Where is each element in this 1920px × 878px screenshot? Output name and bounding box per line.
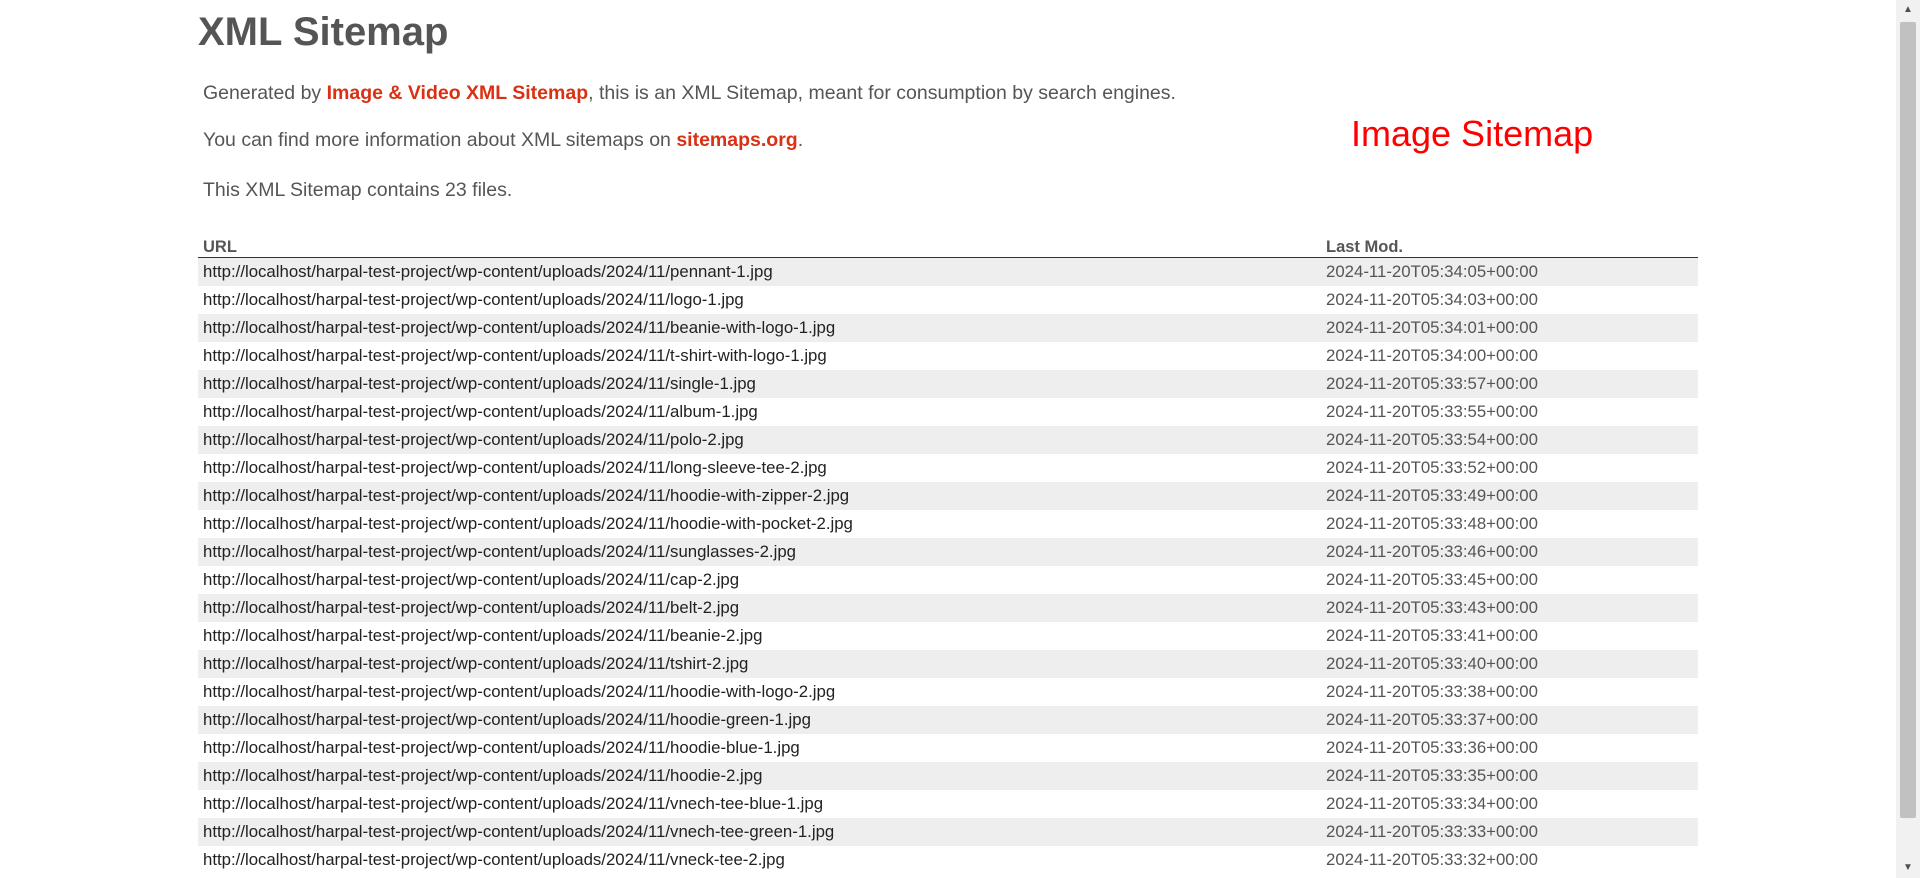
row-lastmod: 2024-11-20T05:33:45+00:00 xyxy=(1326,570,1538,589)
row-url-link[interactable]: http://localhost/harpal-test-project/wp-… xyxy=(198,790,1321,818)
row-url-link[interactable]: http://localhost/harpal-test-project/wp-… xyxy=(198,650,1321,678)
table-row: http://localhost/harpal-test-project/wp-… xyxy=(198,790,1698,818)
table-row: http://localhost/harpal-test-project/wp-… xyxy=(198,538,1698,566)
row-url-link[interactable]: http://localhost/harpal-test-project/wp-… xyxy=(198,286,1321,314)
intro-generated-prefix: Generated by xyxy=(203,82,327,104)
table-row: http://localhost/harpal-test-project/wp-… xyxy=(198,257,1698,286)
row-lastmod: 2024-11-20T05:34:00+00:00 xyxy=(1326,346,1538,365)
sitemaps-org-link[interactable]: sitemaps.org xyxy=(676,129,797,151)
row-lastmod: 2024-11-20T05:33:37+00:00 xyxy=(1321,706,1698,734)
row-lastmod: 2024-11-20T05:33:34+00:00 xyxy=(1326,794,1538,813)
page-title: XML Sitemap xyxy=(198,10,449,54)
row-lastmod: 2024-11-20T05:33:54+00:00 xyxy=(1321,426,1698,454)
row-lastmod: 2024-11-20T05:33:46+00:00 xyxy=(1321,538,1698,566)
row-url-link[interactable]: http://localhost/harpal-test-project/wp-… xyxy=(198,594,1321,622)
row-lastmod: 2024-11-20T05:33:32+00:00 xyxy=(1326,850,1538,869)
row-lastmod: 2024-11-20T05:33:41+00:00 xyxy=(1326,626,1538,645)
table-row: http://localhost/harpal-test-project/wp-… xyxy=(198,342,1698,370)
table-row: http://localhost/harpal-test-project/wp-… xyxy=(198,314,1698,342)
sitemap-table: URL Last Mod. http://localhost/harpal-te… xyxy=(198,233,1698,874)
row-lastmod: 2024-11-20T05:33:55+00:00 xyxy=(1326,402,1538,421)
row-url-link[interactable]: http://localhost/harpal-test-project/wp-… xyxy=(198,314,1321,342)
row-url-link[interactable]: http://localhost/harpal-test-project/wp-… xyxy=(198,678,1321,706)
generator-link[interactable]: Image & Video XML Sitemap xyxy=(327,82,589,104)
intro-info: You can find more information about XML … xyxy=(203,129,803,152)
row-url-link[interactable]: http://localhost/harpal-test-project/wp-… xyxy=(198,426,1321,454)
intro-info-suffix: . xyxy=(797,129,804,151)
intro-generated: Generated by Image & Video XML Sitemap, … xyxy=(203,82,1176,105)
row-lastmod: 2024-11-20T05:33:49+00:00 xyxy=(1321,482,1698,510)
sitemap-type-label: Image Sitemap xyxy=(1351,113,1594,154)
scrollbar-thumb[interactable] xyxy=(1900,22,1916,818)
row-url-link[interactable]: http://localhost/harpal-test-project/wp-… xyxy=(198,762,1321,790)
row-lastmod: 2024-11-20T05:33:36+00:00 xyxy=(1326,738,1538,757)
row-lastmod: 2024-11-20T05:34:05+00:00 xyxy=(1321,257,1698,286)
row-lastmod: 2024-11-20T05:33:35+00:00 xyxy=(1321,762,1698,790)
row-url-link[interactable]: http://localhost/harpal-test-project/wp-… xyxy=(198,622,1321,650)
table-body: http://localhost/harpal-test-project/wp-… xyxy=(198,257,1698,875)
row-lastmod: 2024-11-20T05:33:43+00:00 xyxy=(1321,594,1698,622)
row-url-link[interactable]: http://localhost/harpal-test-project/wp-… xyxy=(198,538,1321,566)
table-row: http://localhost/harpal-test-project/wp-… xyxy=(198,566,1698,594)
table-row: http://localhost/harpal-test-project/wp-… xyxy=(198,706,1698,734)
row-url-link[interactable]: http://localhost/harpal-test-project/wp-… xyxy=(198,342,1321,370)
scroll-up-arrow-icon[interactable]: ▲ xyxy=(1896,0,1920,20)
intro-info-prefix: You can find more information about XML … xyxy=(203,129,677,151)
row-url-link[interactable]: http://localhost/harpal-test-project/wp-… xyxy=(198,706,1321,734)
table-row: http://localhost/harpal-test-project/wp-… xyxy=(198,594,1698,622)
table-row: http://localhost/harpal-test-project/wp-… xyxy=(198,818,1698,846)
table-row: http://localhost/harpal-test-project/wp-… xyxy=(198,454,1698,482)
scroll-down-arrow-icon[interactable]: ▼ xyxy=(1896,858,1920,878)
row-url-link[interactable]: http://localhost/harpal-test-project/wp-… xyxy=(198,257,1321,286)
row-url-link[interactable]: http://localhost/harpal-test-project/wp-… xyxy=(198,454,1321,482)
url-column-header: URL xyxy=(198,233,1321,258)
table-row: http://localhost/harpal-test-project/wp-… xyxy=(198,286,1698,314)
table-row: http://localhost/harpal-test-project/wp-… xyxy=(198,622,1698,650)
table-row: http://localhost/harpal-test-project/wp-… xyxy=(198,734,1698,762)
table-row: http://localhost/harpal-test-project/wp-… xyxy=(198,678,1698,706)
row-url-link[interactable]: http://localhost/harpal-test-project/wp-… xyxy=(198,846,1321,874)
table-row: http://localhost/harpal-test-project/wp-… xyxy=(198,846,1698,874)
row-lastmod: 2024-11-20T05:33:48+00:00 xyxy=(1326,514,1538,533)
table-row: http://localhost/harpal-test-project/wp-… xyxy=(198,510,1698,538)
row-lastmod: 2024-11-20T05:34:01+00:00 xyxy=(1321,314,1698,342)
row-lastmod: 2024-11-20T05:33:57+00:00 xyxy=(1321,370,1698,398)
file-count-text: This XML Sitemap contains 23 files. xyxy=(203,179,513,201)
table-row: http://localhost/harpal-test-project/wp-… xyxy=(198,650,1698,678)
row-url-link[interactable]: http://localhost/harpal-test-project/wp-… xyxy=(198,734,1321,762)
row-url-link[interactable]: http://localhost/harpal-test-project/wp-… xyxy=(198,398,1321,426)
row-lastmod: 2024-11-20T05:33:38+00:00 xyxy=(1326,682,1538,701)
vertical-scrollbar[interactable]: ▲ ▼ xyxy=(1896,0,1920,878)
row-url-link[interactable]: http://localhost/harpal-test-project/wp-… xyxy=(198,370,1321,398)
row-lastmod: 2024-11-20T05:34:03+00:00 xyxy=(1326,290,1538,309)
table-row: http://localhost/harpal-test-project/wp-… xyxy=(198,762,1698,790)
row-url-link[interactable]: http://localhost/harpal-test-project/wp-… xyxy=(198,566,1321,594)
row-lastmod: 2024-11-20T05:33:40+00:00 xyxy=(1321,650,1698,678)
row-url-link[interactable]: http://localhost/harpal-test-project/wp-… xyxy=(198,510,1321,538)
table-row: http://localhost/harpal-test-project/wp-… xyxy=(198,370,1698,398)
table-row: http://localhost/harpal-test-project/wp-… xyxy=(198,426,1698,454)
page: XML Sitemap Generated by Image & Video X… xyxy=(0,0,1896,878)
row-url-link[interactable]: http://localhost/harpal-test-project/wp-… xyxy=(198,818,1321,846)
row-lastmod: 2024-11-20T05:33:52+00:00 xyxy=(1326,458,1538,477)
row-url-link[interactable]: http://localhost/harpal-test-project/wp-… xyxy=(198,482,1321,510)
lastmod-column-header: Last Mod. xyxy=(1321,233,1698,258)
table-row: http://localhost/harpal-test-project/wp-… xyxy=(198,482,1698,510)
intro-generated-suffix: , this is an XML Sitemap, meant for cons… xyxy=(588,82,1176,104)
table-row: http://localhost/harpal-test-project/wp-… xyxy=(198,398,1698,426)
row-lastmod: 2024-11-20T05:33:33+00:00 xyxy=(1321,818,1698,846)
table-header-row: URL Last Mod. xyxy=(198,233,1698,258)
